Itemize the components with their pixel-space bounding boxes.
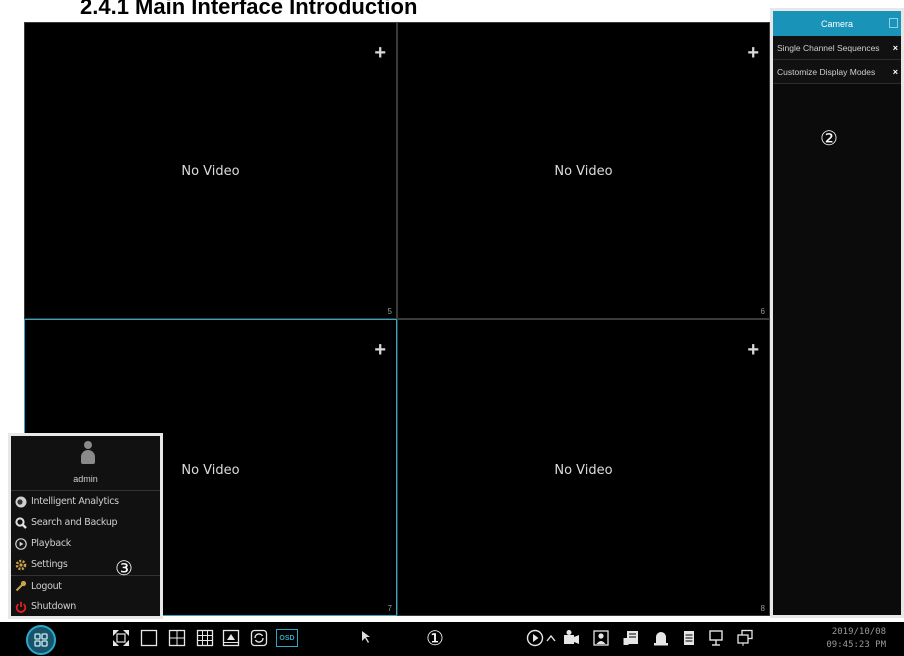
- menu-item-label: Shutdown: [31, 601, 77, 612]
- alarm-icon[interactable]: [652, 629, 670, 647]
- menu-item-label: Intelligent Analytics: [31, 496, 119, 507]
- no-video-label: No Video: [554, 463, 613, 478]
- start-menu-icon: [34, 633, 48, 647]
- menu-item-intelligent-analytics[interactable]: Intelligent Analytics: [11, 491, 160, 512]
- no-video-label: No Video: [181, 164, 240, 179]
- close-icon[interactable]: ×: [893, 43, 898, 53]
- menu-item-label: Playback: [31, 538, 71, 549]
- start-menu: admin Intelligent Analytics Search and B…: [8, 433, 163, 619]
- channel-number: 7: [387, 604, 392, 613]
- clock-date: 2019/10/08: [831, 627, 886, 637]
- add-camera-icon[interactable]: +: [747, 43, 759, 63]
- menu-item-playback[interactable]: Playback: [11, 533, 160, 554]
- menu-item-shutdown[interactable]: Shutdown: [11, 596, 160, 617]
- camera-panel-title: Camera: [820, 18, 853, 29]
- system-clock: 2019/10/08 09:45:23 PM: [826, 626, 886, 652]
- taskbar: OSD ① 2019/10/08 09:45:23 PM: [0, 622, 904, 656]
- close-icon[interactable]: ×: [893, 67, 898, 77]
- fullscreen-icon[interactable]: [112, 629, 130, 647]
- person-detect-icon[interactable]: [592, 629, 610, 647]
- layout-1-icon[interactable]: [140, 629, 158, 647]
- clock-time: 09:45:23 PM: [826, 640, 886, 650]
- multi-screen-icon[interactable]: [736, 629, 754, 647]
- layout-9-icon[interactable]: [196, 629, 214, 647]
- more-layouts-icon[interactable]: [222, 629, 240, 647]
- menu-item-logout[interactable]: Logout: [11, 575, 160, 596]
- add-camera-icon[interactable]: +: [747, 340, 759, 360]
- sequence-icon[interactable]: [250, 629, 268, 647]
- callout-number-3: ③: [115, 556, 133, 580]
- add-camera-icon[interactable]: +: [374, 43, 386, 63]
- no-video-label: No Video: [554, 164, 613, 179]
- single-channel-sequences-item[interactable]: Single Channel Sequences ×: [773, 36, 901, 60]
- power-icon: [15, 601, 27, 613]
- layout-4-icon[interactable]: [168, 629, 186, 647]
- disk-icon[interactable]: [680, 629, 698, 647]
- start-button[interactable]: [26, 625, 56, 655]
- menu-item-label: Search and Backup: [31, 517, 118, 528]
- username: admin: [73, 474, 98, 484]
- camera-panel: Camera Single Channel Sequences × Custom…: [770, 8, 904, 618]
- menu-item-label: Settings: [31, 559, 68, 570]
- customize-display-modes-item[interactable]: Customize Display Modes ×: [773, 60, 901, 84]
- menu-item-label: Logout: [31, 580, 62, 592]
- callout-number-1: ①: [426, 626, 444, 650]
- play-icon: [15, 537, 27, 550]
- menu-item-settings[interactable]: Settings: [11, 554, 160, 575]
- menu-item-search-and-backup[interactable]: Search and Backup: [11, 512, 160, 533]
- callout-number-2: ②: [820, 126, 838, 150]
- add-camera-icon[interactable]: +: [374, 340, 386, 360]
- gear-icon: [15, 559, 27, 570]
- panel-item-label: Single Channel Sequences: [777, 42, 880, 53]
- alarm-list-icon[interactable]: [622, 629, 640, 647]
- document-heading: 2.4.1 Main Interface Introduction: [80, 0, 418, 19]
- user-section: admin: [11, 436, 160, 491]
- video-tile-5[interactable]: + No Video 5: [24, 22, 397, 319]
- channel-number: 8: [760, 604, 765, 613]
- channel-number: 6: [760, 307, 765, 316]
- osd-button[interactable]: OSD: [276, 629, 298, 647]
- video-tile-8[interactable]: + No Video 8: [397, 319, 770, 616]
- search-icon: [15, 516, 27, 529]
- camera-icon[interactable]: [562, 629, 580, 647]
- pin-icon[interactable]: [889, 18, 898, 28]
- analytics-icon: [15, 496, 27, 507]
- camera-panel-header[interactable]: Camera: [773, 11, 901, 36]
- network-icon[interactable]: [708, 629, 726, 647]
- mouse-cursor-icon: [362, 631, 370, 643]
- video-tile-6[interactable]: + No Video 6: [397, 22, 770, 319]
- panel-item-label: Customize Display Modes: [777, 66, 876, 77]
- key-icon: [15, 580, 27, 592]
- channel-number: 5: [387, 307, 392, 316]
- playback-icon[interactable]: [526, 629, 544, 647]
- chevron-up-icon[interactable]: [545, 629, 557, 647]
- avatar: [81, 441, 95, 465]
